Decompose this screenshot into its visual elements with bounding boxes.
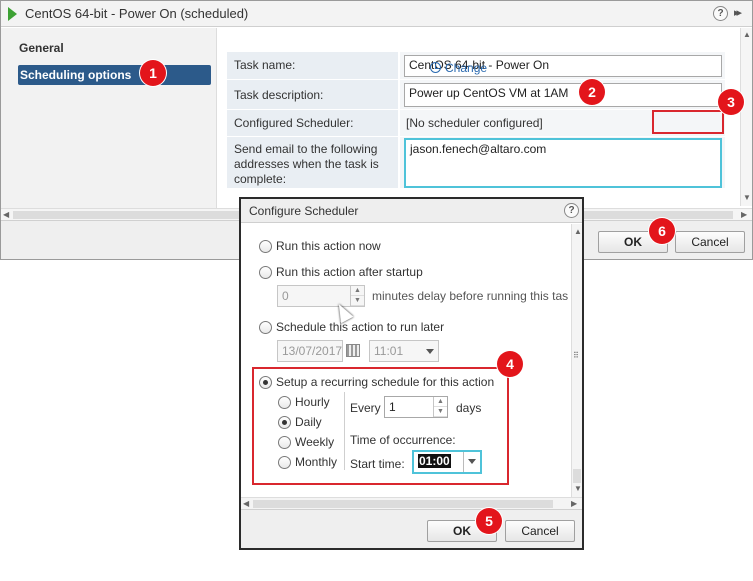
- dialog-footer: OK Cancel: [241, 509, 582, 548]
- callout-badge-6: 6: [649, 218, 675, 244]
- dialog-horizontal-scrollbar[interactable]: ◀ ▶: [241, 497, 582, 509]
- start-time-value: 01:00: [418, 454, 451, 468]
- settings-nav: General Scheduling options: [1, 28, 217, 208]
- clock-icon: [430, 62, 441, 73]
- radio-monthly[interactable]: [278, 456, 291, 469]
- delay-spinner[interactable]: ▲ ▼: [350, 286, 364, 306]
- change-label: Change: [445, 61, 488, 75]
- window-title: CentOS 64-bit - Power On (scheduled): [25, 6, 249, 21]
- delay-minutes-value: 0: [282, 289, 289, 303]
- radio-recurring[interactable]: [259, 376, 272, 389]
- callout-badge-3: 3: [718, 89, 744, 115]
- callout-badge-2: 2: [579, 79, 605, 105]
- days-label: days: [456, 401, 482, 415]
- dialog-vertical-thumb[interactable]: [573, 469, 581, 483]
- cancel-button[interactable]: Cancel: [675, 231, 745, 253]
- callout-badge-1: 1: [140, 60, 166, 86]
- start-time-label: Start time:: [350, 457, 405, 471]
- date-input[interactable]: 13/07/2017: [277, 340, 343, 362]
- every-days-value: 1: [389, 400, 396, 414]
- dialog-vertical-scrollbar[interactable]: ▲ ⠿ ▼: [571, 224, 582, 497]
- dialog-title: Configure Scheduler: [249, 204, 359, 218]
- delay-suffix-label: minutes delay before running this tas: [372, 289, 569, 303]
- window-titlebar: CentOS 64-bit - Power On (scheduled) ? ▸…: [1, 1, 752, 27]
- radio-hourly[interactable]: [278, 396, 291, 409]
- power-on-play-icon: [8, 7, 17, 21]
- start-time-dropdown-button[interactable]: [463, 452, 480, 472]
- main-vertical-scrollbar[interactable]: ▲ ▼: [740, 28, 752, 206]
- start-time-select[interactable]: 01:00: [412, 450, 482, 474]
- dialog-scroll-down-icon[interactable]: ▼: [574, 484, 582, 493]
- scroll-up-icon[interactable]: ▲: [743, 30, 751, 39]
- recurring-label: Setup a recurring schedule for this acti…: [276, 375, 495, 389]
- weekly-label: Weekly: [295, 435, 335, 449]
- radio-after-startup[interactable]: [259, 266, 272, 279]
- nav-item-general[interactable]: General: [19, 38, 64, 58]
- after-startup-label: Run this action after startup: [276, 265, 423, 279]
- help-icon[interactable]: ?: [713, 6, 728, 21]
- configured-scheduler-row: Configured Scheduler: [No scheduler conf…: [227, 110, 725, 137]
- dialog-titlebar: Configure Scheduler ?: [241, 199, 582, 223]
- radio-daily[interactable]: [278, 416, 291, 429]
- expand-icon[interactable]: ▸▸: [734, 6, 742, 19]
- calendar-icon[interactable]: [346, 344, 360, 357]
- email-row: Send email to the following addresses wh…: [227, 137, 725, 189]
- configure-scheduler-dialog: Configure Scheduler ? Run this action no…: [239, 197, 584, 550]
- delay-minutes-input[interactable]: 0 ▲ ▼: [277, 285, 365, 307]
- task-description-label: Task description:: [227, 80, 398, 109]
- task-description-cell: Power up CentOS VM at 1AM: [400, 80, 725, 109]
- task-description-row: Task description: Power up CentOS VM at …: [227, 80, 725, 110]
- dialog-scroll-up-icon[interactable]: ▲: [574, 227, 582, 236]
- run-later-label: Schedule this action to run later: [276, 320, 445, 334]
- scroll-down-icon[interactable]: ▼: [743, 193, 751, 202]
- task-description-input[interactable]: Power up CentOS VM at 1AM: [404, 83, 722, 107]
- monthly-label: Monthly: [295, 455, 338, 469]
- nav-item-scheduling-options[interactable]: Scheduling options: [18, 65, 211, 85]
- dialog-cancel-button[interactable]: Cancel: [505, 520, 575, 542]
- dialog-scroll-grip-icon[interactable]: ⠿: [573, 351, 579, 360]
- email-cell: jason.fenech@altaro.com: [400, 137, 725, 188]
- every-days-spinner[interactable]: ▲ ▼: [433, 397, 447, 417]
- email-input[interactable]: jason.fenech@altaro.com: [404, 138, 722, 188]
- task-name-label: Task name:: [227, 52, 398, 79]
- configured-scheduler-label: Configured Scheduler:: [227, 110, 398, 136]
- dialog-help-icon[interactable]: ?: [564, 203, 579, 218]
- callout-badge-5: 5: [476, 508, 502, 534]
- scheduler-value: [No scheduler configured]: [406, 116, 543, 130]
- every-days-input[interactable]: 1 ▲ ▼: [384, 396, 448, 418]
- hourly-label: Hourly: [295, 395, 330, 409]
- later-time-dropdown-icon: [426, 349, 434, 354]
- start-time-dropdown-icon: [468, 459, 476, 464]
- later-time-select[interactable]: 11:01: [369, 340, 439, 362]
- daily-label: Daily: [295, 415, 322, 429]
- every-label: Every: [350, 401, 381, 415]
- dialog-scroll-left-icon[interactable]: ◀: [243, 499, 249, 508]
- scroll-right-icon[interactable]: ▶: [741, 210, 747, 219]
- scroll-left-icon[interactable]: ◀: [3, 210, 9, 219]
- callout-badge-4: 4: [497, 351, 523, 377]
- radio-weekly[interactable]: [278, 436, 291, 449]
- dialog-horizontal-thumb[interactable]: [253, 500, 553, 508]
- radio-run-now[interactable]: [259, 240, 272, 253]
- radio-run-later[interactable]: [259, 321, 272, 334]
- highlight-change-link: [652, 110, 724, 134]
- run-now-label: Run this action now: [276, 239, 381, 253]
- email-label: Send email to the following addresses wh…: [227, 137, 398, 188]
- change-scheduler-link[interactable]: Change: [426, 59, 491, 79]
- time-of-occurrence-label: Time of occurrence:: [350, 433, 456, 447]
- later-time-value: 11:01: [374, 344, 404, 358]
- dialog-scroll-right-icon[interactable]: ▶: [571, 499, 577, 508]
